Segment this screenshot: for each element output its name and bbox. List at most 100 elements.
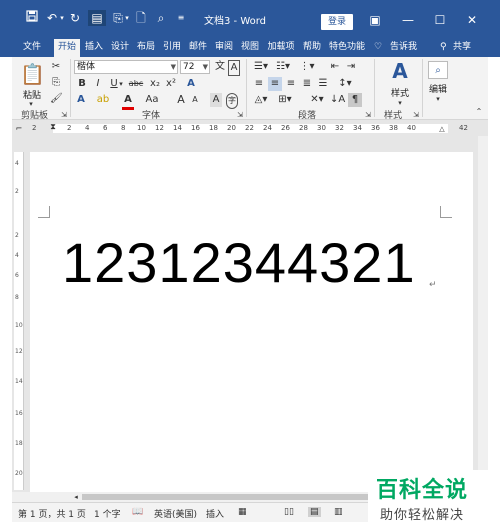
text-effects-icon[interactable]: A (184, 77, 198, 91)
subscript-button[interactable]: x₂ (148, 77, 162, 91)
document-body-text[interactable]: 12312344321 (62, 231, 416, 295)
new-doc-icon[interactable]: 🗋 (134, 10, 148, 26)
multilevel-list-icon[interactable]: ⋮▾ (298, 60, 316, 74)
print-preview-icon[interactable]: ⌕ (154, 10, 168, 26)
ruler-tick: 4 (85, 124, 90, 132)
justify-icon[interactable]: ≣ (300, 77, 314, 91)
vruler-tick: 16 (15, 410, 23, 417)
undo-dropdown-icon[interactable]: ▾ (59, 10, 65, 26)
font-color-button[interactable]: A (122, 93, 134, 110)
document-page[interactable] (30, 152, 473, 492)
horizontal-ruler[interactable]: ⌐ 2 ⧗ 2 4 6 8 10 12 14 16 18 20 22 24 26… (12, 120, 488, 136)
watermark-logo: 百科全说 助你轻松解决 (368, 470, 500, 532)
login-button[interactable]: 登录 (321, 14, 353, 30)
font-size-combo[interactable]: 72 ▼ (180, 60, 210, 74)
chevron-down-icon[interactable]: ▼ (203, 61, 208, 73)
vertical-scrollbar[interactable] (478, 136, 488, 492)
grow-font-button[interactable]: A (176, 93, 186, 107)
tab-special[interactable]: 特色功能 (326, 39, 368, 57)
change-case-button[interactable]: Aa (142, 93, 162, 107)
tab-home[interactable]: 开始 (54, 39, 80, 57)
close-icon[interactable]: ✕ (462, 12, 482, 28)
word-count[interactable]: 1 个字 (94, 507, 121, 520)
numbering-icon[interactable]: ☷▾ (274, 60, 292, 74)
line-spacing-icon[interactable]: ↕▾ (336, 77, 354, 91)
editing-dropdown-icon[interactable]: ▾ (434, 92, 442, 106)
shrink-font-button[interactable]: A (190, 93, 200, 107)
share-icon[interactable]: ⚲ (440, 39, 447, 57)
font-name-combo[interactable]: 楷体 ▼ (74, 60, 178, 74)
italic-button[interactable]: I (92, 77, 104, 91)
strikethrough-button[interactable]: abc (126, 77, 146, 91)
vertical-ruler[interactable]: 4 2 2 4 6 8 10 12 14 16 18 20 (14, 152, 24, 490)
tab-file[interactable]: 文件 (18, 39, 46, 57)
scroll-thumb[interactable] (82, 494, 392, 500)
redo-icon[interactable]: ↻ (68, 10, 82, 26)
tab-references[interactable]: 引用 (160, 39, 184, 57)
undo-icon[interactable]: ↶ (45, 10, 59, 26)
read-mode-view-icon[interactable]: ▯▯ (284, 507, 294, 517)
tab-addins[interactable]: 加载项 (264, 39, 298, 57)
tab-review[interactable]: 审阅 (212, 39, 236, 57)
char-border-icon[interactable]: A (228, 60, 240, 76)
align-center-icon[interactable]: ≡ (268, 77, 282, 91)
save-icon[interactable] (24, 10, 40, 26)
proofing-icon[interactable]: 📖 (132, 507, 143, 517)
collapse-ribbon-icon[interactable]: ⌃ (474, 105, 484, 119)
ruler-tick: 42 (459, 124, 468, 132)
tab-help[interactable]: 帮助 (300, 39, 324, 57)
maximize-icon[interactable]: ☐ (430, 12, 450, 28)
minimize-icon[interactable]: — (398, 12, 418, 28)
indent-marker-icon[interactable]: ⧗ (48, 120, 58, 134)
align-left-icon[interactable]: ≡ (252, 77, 266, 91)
underline-dropdown-icon[interactable]: ▾ (118, 77, 124, 91)
tab-mailings[interactable]: 邮件 (186, 39, 210, 57)
language-status[interactable]: 英语(美国) (154, 507, 197, 520)
ribbon-display-icon[interactable]: ▣ (365, 12, 385, 28)
align-right-icon[interactable]: ≡ (284, 77, 298, 91)
web-layout-view-icon[interactable]: ▥ (334, 507, 343, 517)
enclose-char-icon[interactable]: 字 (226, 93, 238, 109)
page-count[interactable]: 第 1 页，共 1 页 (18, 507, 86, 520)
tab-selector-icon[interactable]: ⌐ (14, 122, 24, 136)
tab-insert[interactable]: 插入 (82, 39, 106, 57)
tab-view[interactable]: 视图 (238, 39, 262, 57)
highlight-icon[interactable]: ab (96, 93, 110, 107)
superscript-button[interactable]: x² (164, 77, 178, 91)
print-layout-view-icon[interactable]: ▤ (308, 507, 321, 517)
show-marks-icon[interactable]: ¶ (348, 93, 362, 107)
tab-design[interactable]: 设计 (108, 39, 132, 57)
increase-indent-icon[interactable]: ⇥ (344, 60, 358, 74)
window-title: 文档3 - Word (204, 16, 267, 27)
tab-layout[interactable]: 布局 (134, 39, 158, 57)
tell-me-field[interactable]: 告诉我 (390, 39, 417, 57)
shading-icon[interactable]: ◬▾ (252, 93, 270, 107)
vruler-tick: 6 (15, 272, 19, 279)
paste-dropdown-icon[interactable]: ▾ (124, 10, 130, 26)
bullets-icon[interactable]: ☰▾ (252, 60, 270, 74)
format-painter-icon[interactable]: 🖌 (50, 92, 63, 106)
right-indent-marker-icon[interactable]: △ (438, 122, 446, 136)
styles-icon[interactable]: A (388, 59, 412, 83)
customize-icon[interactable]: ≡ (177, 10, 185, 26)
macro-record-icon[interactable]: ▦ (238, 507, 247, 517)
ruler-tick: 14 (173, 124, 182, 132)
sort-icon[interactable]: ↓A (330, 93, 345, 107)
borders-icon[interactable]: ⊞▾ (276, 93, 294, 107)
insert-mode-status[interactable]: 插入 (206, 507, 224, 520)
asian-layout-icon[interactable]: ✕▾ (308, 93, 326, 107)
clear-format-icon[interactable]: A (210, 93, 222, 107)
ruler-tick: 24 (263, 124, 272, 132)
text-effect-button[interactable]: A (74, 93, 88, 107)
share-button[interactable]: 共享 (453, 39, 471, 57)
find-icon[interactable]: ⌕ (428, 61, 448, 79)
wen-icon[interactable]: 文 (214, 60, 226, 74)
copy-icon[interactable]: ⎘ (50, 76, 62, 90)
decrease-indent-icon[interactable]: ⇤ (328, 60, 342, 74)
bold-button[interactable]: B (76, 77, 88, 91)
paste-icon[interactable]: 📋 (20, 61, 45, 87)
distributed-icon[interactable]: ☰ (316, 77, 330, 91)
read-mode-icon[interactable]: ▤ (88, 10, 106, 26)
cut-icon[interactable]: ✂ (50, 60, 62, 74)
chevron-down-icon[interactable]: ▼ (171, 61, 176, 73)
